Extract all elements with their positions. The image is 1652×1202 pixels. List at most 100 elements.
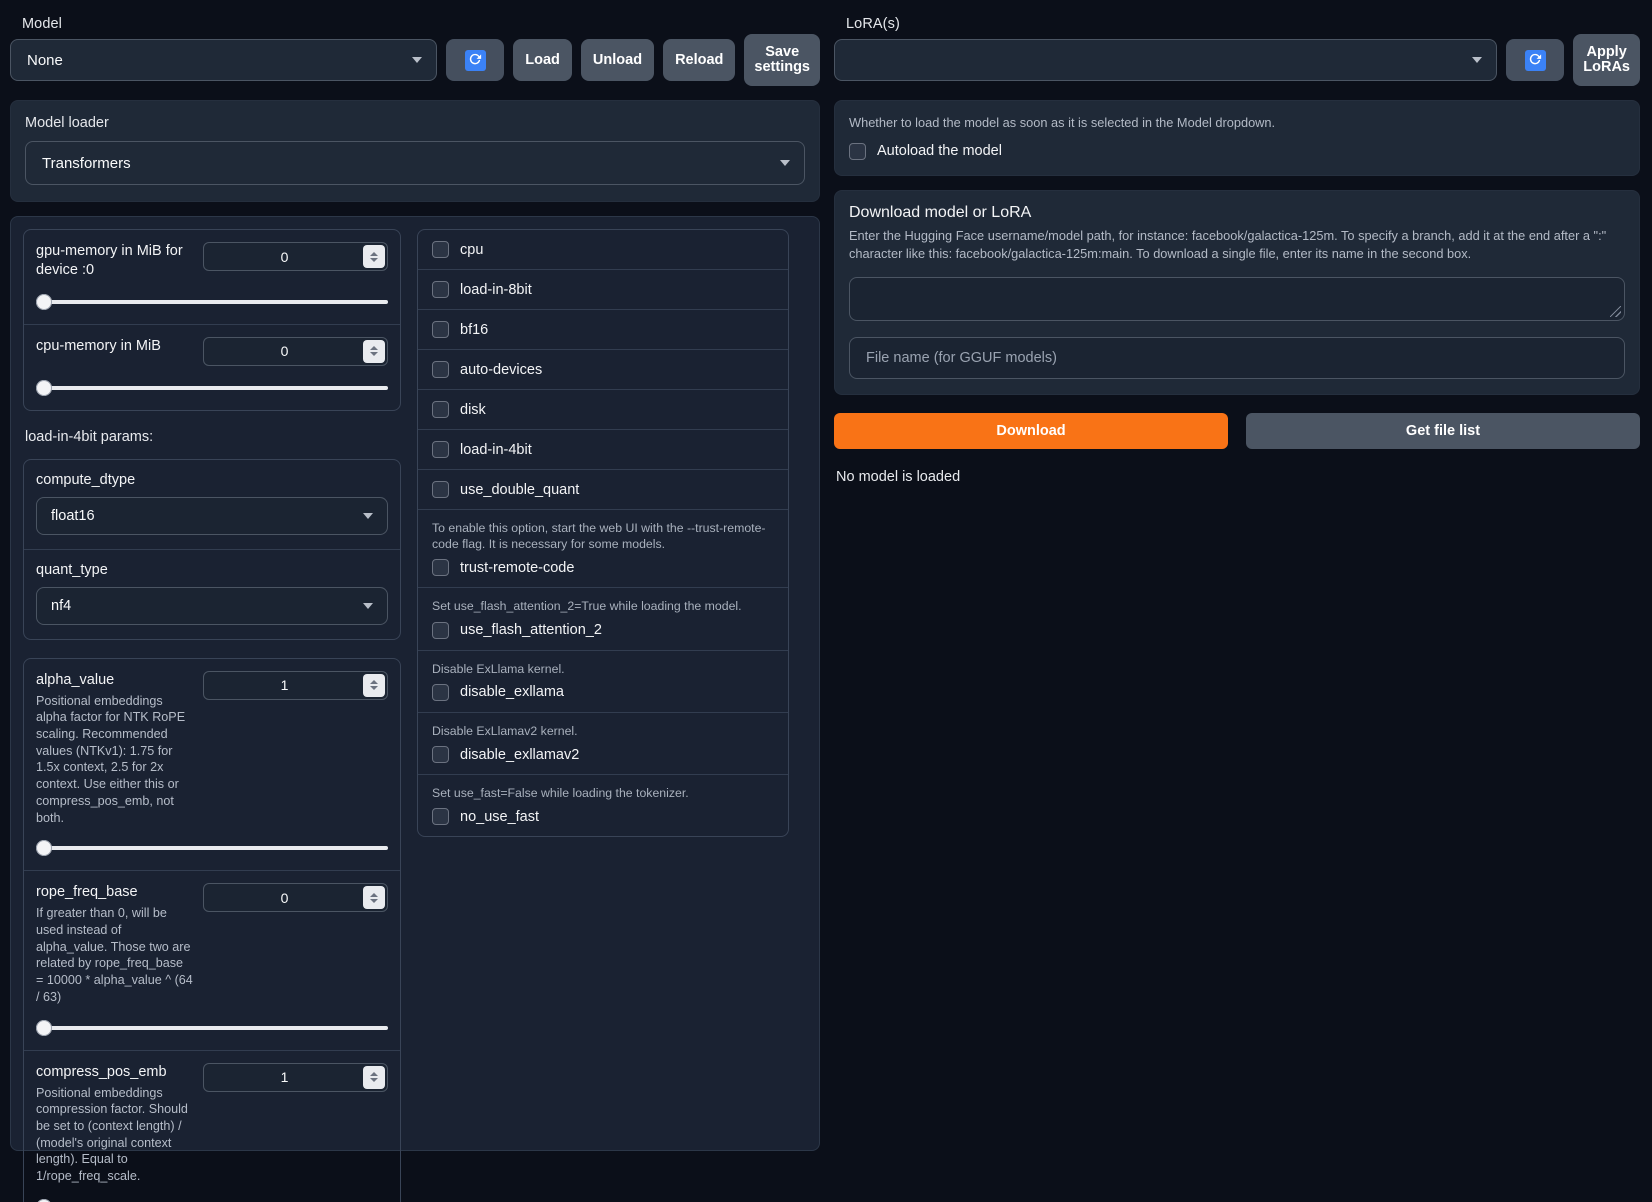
model-controls-row: None Load Unload Reload Save settings <box>10 34 820 86</box>
checkbox-row-disk[interactable]: disk <box>418 389 788 429</box>
lora-refresh-button[interactable] <box>1506 39 1565 81</box>
slider-thumb[interactable] <box>36 840 52 857</box>
save-settings-button[interactable]: Save settings <box>744 34 820 86</box>
gpu-memory-input[interactable]: 0 <box>203 242 388 271</box>
apply-loras-label-line2: LoRAs <box>1583 59 1630 75</box>
refresh-icon <box>464 49 486 71</box>
download-title: Download model or LoRA <box>849 203 1032 221</box>
compress-pos-emb-stepper[interactable] <box>363 1065 385 1089</box>
caret-down-icon <box>370 352 378 357</box>
disk-checkbox[interactable] <box>432 401 449 418</box>
alpha-value-value: 1 <box>280 677 289 694</box>
rope-freq-base-stepper[interactable] <box>363 886 385 910</box>
checkbox-row-disable-exllama[interactable]: disable_exllama <box>432 683 774 701</box>
load-in-8bit-label: load-in-8bit <box>460 281 532 298</box>
bf16-checkbox[interactable] <box>432 321 449 338</box>
cpu-label: cpu <box>460 241 484 258</box>
compute-dtype-dropdown[interactable]: float16 <box>36 496 388 535</box>
model-loader-value: Transformers <box>42 154 131 172</box>
model-loader-dropdown[interactable]: Transformers <box>25 141 805 185</box>
no-use-fast-hint: Set use_fast=False while loading the tok… <box>432 786 689 801</box>
checkbox-row-load-in-8bit[interactable]: load-in-8bit <box>418 269 788 309</box>
download-actions-row: Download Get file list <box>834 413 1640 450</box>
autoload-checkbox[interactable] <box>849 142 866 160</box>
compress-pos-emb-input[interactable]: 1 <box>203 1062 388 1092</box>
right-column: LoRA(s) Apply LoRAs Whether to load the … <box>834 10 1640 1202</box>
disable-exllama-checkbox[interactable] <box>432 683 449 701</box>
compute-dtype-label: compute_dtype <box>36 471 136 488</box>
checkbox-row-disable-exllamav2[interactable]: disable_exllamav2 <box>432 746 774 764</box>
alpha-value-description: Positional embeddings alpha factor for N… <box>36 693 186 825</box>
use-flash-attention-2-checkbox[interactable] <box>432 621 449 639</box>
model-section-label: Model <box>22 16 62 32</box>
reload-button[interactable]: Reload <box>663 39 736 81</box>
unload-button[interactable]: Unload <box>580 39 655 81</box>
alpha-value-slider[interactable] <box>36 840 388 857</box>
checkbox-group-trust-remote-code: To enable this option, start the web UI … <box>418 509 788 587</box>
chevron-down-icon <box>780 160 790 166</box>
load-button[interactable]: Load <box>513 39 572 81</box>
alpha-value-input[interactable]: 1 <box>203 670 388 700</box>
cpu-checkbox[interactable] <box>432 241 449 258</box>
download-button[interactable]: Download <box>834 413 1228 450</box>
gpu-memory-stepper[interactable] <box>363 245 385 268</box>
caret-down-icon <box>370 257 378 262</box>
checkbox-row-load-in-4bit[interactable]: load-in-4bit <box>418 429 788 469</box>
compute-dtype-row: compute_dtype float16 <box>24 460 400 549</box>
checkbox-row-autoload[interactable]: Autoload the model <box>849 142 1625 160</box>
auto-devices-checkbox[interactable] <box>432 361 449 378</box>
quant-type-value: nf4 <box>51 597 72 614</box>
caret-down-icon <box>370 686 378 691</box>
trust-remote-code-checkbox[interactable] <box>432 559 449 577</box>
file-name-placeholder: File name (for GGUF models) <box>866 350 1057 367</box>
checkbox-row-auto-devices[interactable]: auto-devices <box>418 349 788 389</box>
slider-track <box>46 385 388 390</box>
load-in-4bit-label: load-in-4bit <box>460 441 532 458</box>
rope-freq-base-input[interactable]: 0 <box>203 883 388 913</box>
model-dropdown[interactable]: None <box>10 39 438 81</box>
slider-track <box>46 846 388 851</box>
get-file-list-button[interactable]: Get file list <box>1246 413 1640 450</box>
checkbox-row-trust-remote-code[interactable]: trust-remote-code <box>432 559 774 577</box>
file-name-input[interactable]: File name (for GGUF models) <box>849 337 1625 380</box>
alpha-value-stepper[interactable] <box>363 673 385 697</box>
checkbox-row-cpu[interactable]: cpu <box>418 230 788 269</box>
quant-type-dropdown[interactable]: nf4 <box>36 586 388 625</box>
use-double-quant-label: use_double_quant <box>460 481 580 498</box>
save-settings-label-line1: Save <box>765 43 800 60</box>
disable-exllamav2-checkbox[interactable] <box>432 746 449 764</box>
slider-thumb[interactable] <box>36 1019 52 1036</box>
no-use-fast-label: no_use_fast <box>460 808 540 825</box>
checkbox-row-no-use-fast[interactable]: no_use_fast <box>432 808 774 826</box>
use-double-quant-checkbox[interactable] <box>432 481 449 498</box>
resize-grip-icon[interactable] <box>1610 306 1621 318</box>
cpu-memory-input[interactable]: 0 <box>203 336 388 366</box>
slider-thumb[interactable] <box>36 379 52 396</box>
model-refresh-button[interactable] <box>446 39 505 81</box>
checkbox-row-bf16[interactable]: bf16 <box>418 309 788 349</box>
checkbox-group-no-use-fast: Set use_fast=False while loading the tok… <box>418 774 788 836</box>
rope-freq-base-slider[interactable] <box>36 1019 388 1036</box>
load-in-4bit-checkbox[interactable] <box>432 441 449 458</box>
no-use-fast-checkbox[interactable] <box>432 808 449 826</box>
rope-freq-base-label: rope_freq_base <box>36 884 138 901</box>
cpu-memory-stepper[interactable] <box>363 339 385 363</box>
apply-loras-label-line1: Apply <box>1586 43 1627 60</box>
checkbox-row-use-double-quant[interactable]: use_double_quant <box>418 469 788 509</box>
slider-thumb[interactable] <box>36 293 52 310</box>
lora-section-label: LoRA(s) <box>846 16 900 32</box>
repo-path-textarea[interactable] <box>849 277 1625 322</box>
gpu-memory-label: gpu-memory in MiB for device :0 <box>36 243 183 278</box>
alpha-value-label: alpha_value <box>36 671 115 688</box>
chevron-down-icon <box>363 512 373 519</box>
checkbox-row-use-flash-attention-2[interactable]: use_flash_attention_2 <box>432 621 774 639</box>
cpu-memory-slider[interactable] <box>36 379 388 396</box>
lora-dropdown[interactable] <box>834 39 1498 81</box>
gpu-memory-slider[interactable] <box>36 293 388 310</box>
compress-pos-emb-label: compress_pos_emb <box>36 1063 167 1080</box>
compress-pos-emb-value: 1 <box>280 1069 289 1086</box>
apply-loras-button[interactable]: Apply LoRAs <box>1573 34 1640 86</box>
use-flash-attention-2-label: use_flash_attention_2 <box>460 622 602 639</box>
load-in-8bit-checkbox[interactable] <box>432 281 449 298</box>
cpu-memory-value: 0 <box>280 343 289 360</box>
